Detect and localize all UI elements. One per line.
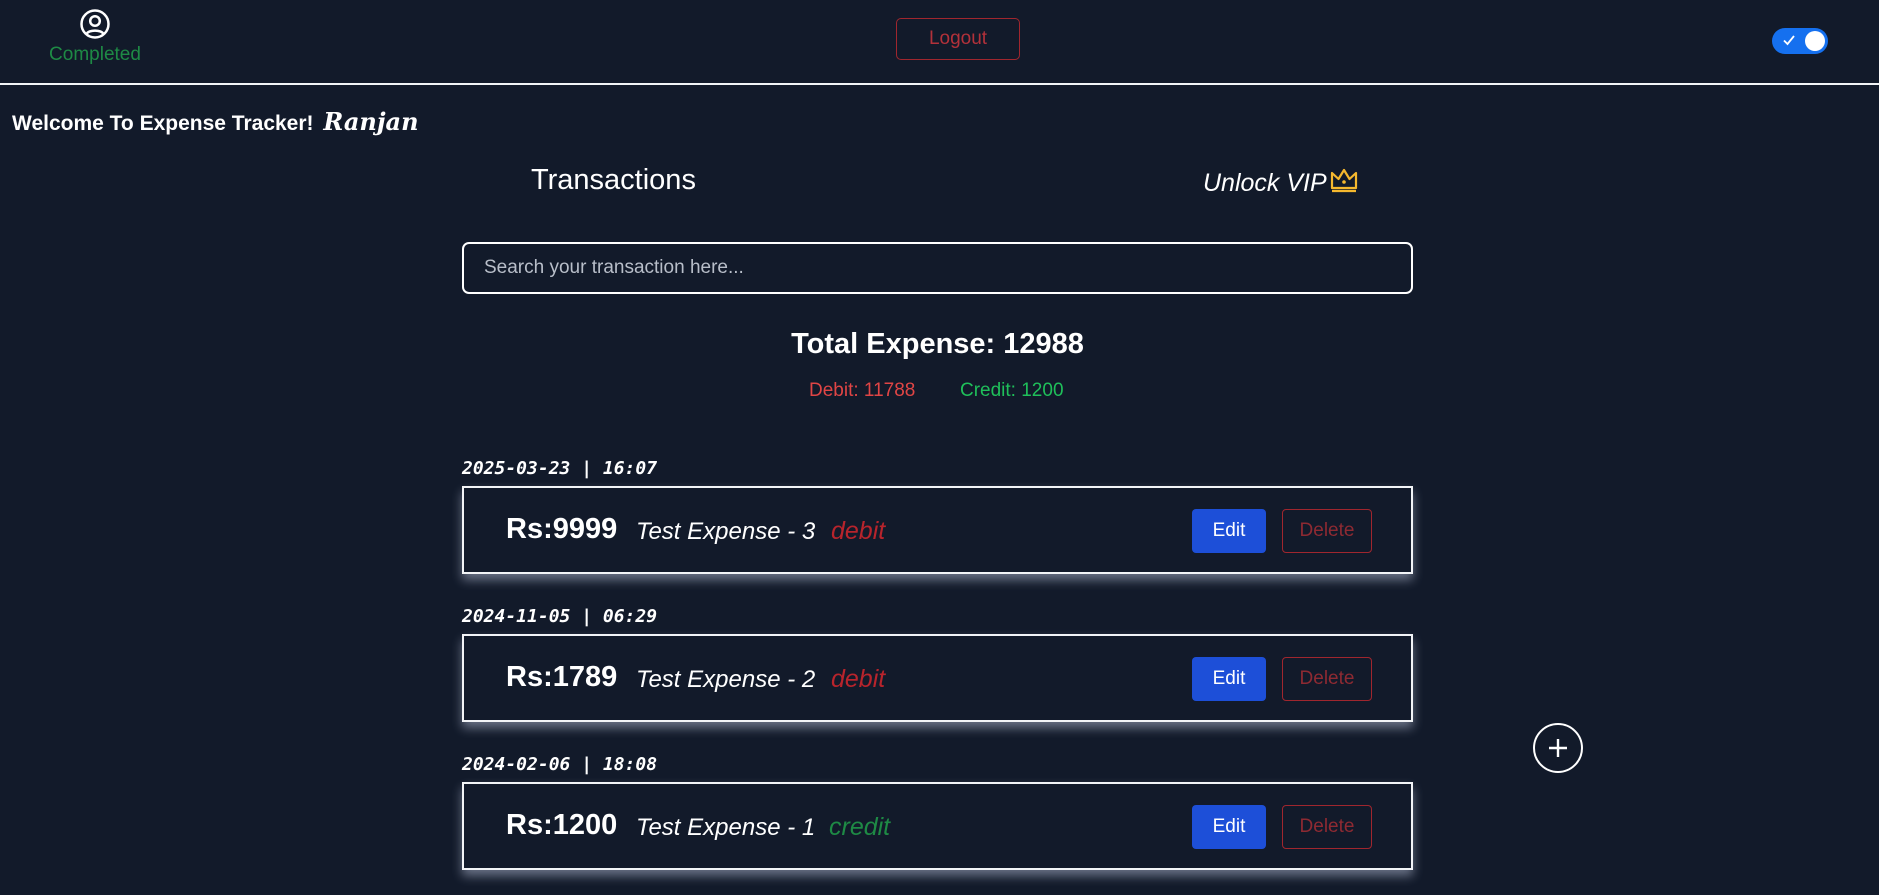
transaction-name: Test Expense - 3	[636, 518, 816, 545]
delete-button[interactable]: Delete	[1282, 509, 1372, 553]
delete-button[interactable]: Delete	[1282, 657, 1372, 701]
transaction-type: debit	[831, 517, 886, 545]
transaction-card: Rs:1200 Test Expense - 1 credit Edit Del…	[462, 782, 1413, 870]
transaction-date: 2024-11-05 | 06:29	[462, 606, 658, 627]
profile-status: Completed	[49, 44, 141, 65]
transaction-name: Test Expense - 1	[636, 814, 816, 841]
theme-toggle[interactable]	[1772, 28, 1828, 54]
toggle-knob	[1805, 31, 1825, 51]
transaction-type: debit	[831, 665, 886, 693]
transaction-amount: Rs:1789	[506, 661, 618, 693]
transaction-amount: Rs:1200	[506, 809, 618, 841]
logout-button[interactable]: Logout	[896, 18, 1020, 60]
delete-button[interactable]: Delete	[1282, 805, 1372, 849]
transaction-type: credit	[829, 813, 891, 841]
edit-button[interactable]: Edit	[1192, 657, 1266, 701]
edit-button[interactable]: Edit	[1192, 509, 1266, 553]
transaction-name: Test Expense - 2	[636, 666, 816, 693]
welcome-text: Welcome To Expense Tracker!	[12, 112, 314, 135]
add-transaction-button[interactable]	[1533, 723, 1583, 773]
unlock-vip-link[interactable]: Unlock VIP	[1203, 166, 1359, 200]
welcome-message: Welcome To Expense Tracker! Ranjan	[12, 107, 419, 136]
welcome-username: Ranjan	[323, 107, 419, 136]
total-expense: Total Expense: 12988	[791, 328, 1084, 360]
edit-button[interactable]: Edit	[1192, 805, 1266, 849]
debit-total: Debit: 11788	[809, 380, 916, 401]
transaction-date: 2024-02-06 | 18:08	[462, 754, 658, 775]
transaction-card: Rs:1789 Test Expense - 2 debit Edit Dele…	[462, 634, 1413, 722]
transaction-amount: Rs:9999	[506, 513, 618, 545]
transaction-date: 2025-03-23 | 16:07	[462, 458, 658, 479]
navbar: Completed Logout	[0, 0, 1879, 85]
page-title: Transactions	[531, 164, 696, 196]
unlock-vip-label: Unlock VIP	[1203, 168, 1327, 197]
credit-total: Credit: 1200	[960, 380, 1064, 401]
plus-icon	[1549, 739, 1567, 757]
crown-icon	[1330, 168, 1357, 193]
search-input[interactable]	[462, 242, 1413, 294]
profile-button[interactable]: Completed	[40, 8, 150, 70]
transaction-card: Rs:9999 Test Expense - 3 debit Edit Dele…	[462, 486, 1413, 574]
check-icon	[1783, 35, 1795, 46]
user-circle-icon	[80, 9, 110, 39]
